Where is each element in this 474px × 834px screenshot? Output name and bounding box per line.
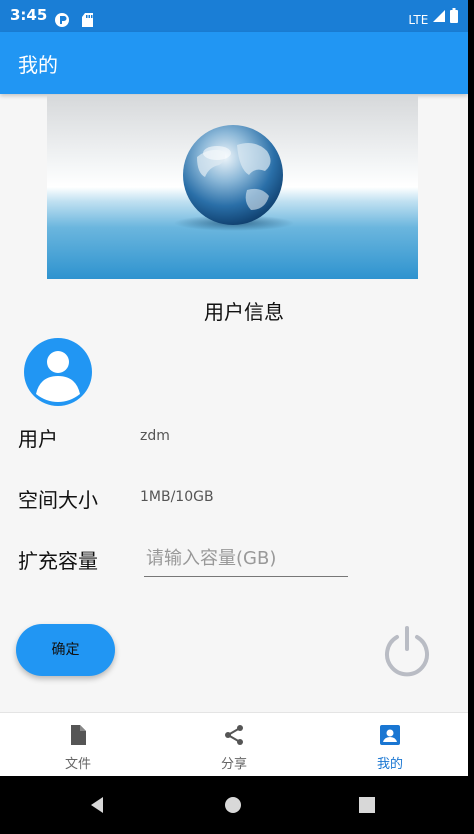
app-bar: 我的 <box>0 32 468 94</box>
avatar <box>24 338 92 406</box>
status-right: LTE <box>408 8 458 27</box>
nav-item-share[interactable]: 分享 <box>156 713 312 777</box>
home-icon[interactable] <box>222 794 244 816</box>
user-value: zdm <box>140 428 170 444</box>
status-bar: 3:45 LTE <box>0 0 468 32</box>
nav-label-files: 文件 <box>64 757 91 772</box>
status-icons-left <box>54 9 95 28</box>
capacity-input[interactable] <box>144 540 348 577</box>
space-label: 空间大小 <box>18 488 98 512</box>
share-icon <box>225 725 243 745</box>
battery-icon <box>450 8 458 23</box>
account-icon <box>36 351 80 402</box>
file-icon <box>71 725 86 745</box>
nav-label-share: 分享 <box>220 757 247 772</box>
system-nav-bar <box>0 776 468 834</box>
page-title: 我的 <box>18 53 58 77</box>
user-label: 用户 <box>18 427 58 451</box>
nav-label-mine: 我的 <box>376 757 403 772</box>
status-time: 3:45 <box>10 6 48 24</box>
recents-icon[interactable] <box>356 794 378 816</box>
location-icon <box>55 12 69 27</box>
power-icon <box>385 626 429 677</box>
banner-image <box>47 95 418 279</box>
user-info-title: 用户信息 <box>204 300 284 324</box>
logout-button[interactable] <box>380 623 434 677</box>
back-icon[interactable] <box>86 794 108 816</box>
account-box-icon <box>380 725 400 745</box>
screen: 3:45 LTE 我的 用户信息 用户 zdm 空间大小 1MB/10GB 扩充… <box>0 0 468 834</box>
confirm-button[interactable]: 确定 <box>16 624 115 676</box>
nav-item-files[interactable]: 文件 <box>0 713 156 777</box>
bottom-nav: 文件 分享 我的 <box>0 712 468 777</box>
sd-card-icon <box>82 12 94 27</box>
space-value: 1MB/10GB <box>140 489 214 505</box>
expand-capacity-label: 扩充容量 <box>18 549 98 573</box>
signal-icon <box>433 10 446 22</box>
nav-item-mine[interactable]: 我的 <box>312 713 468 777</box>
network-label: LTE <box>408 12 429 27</box>
